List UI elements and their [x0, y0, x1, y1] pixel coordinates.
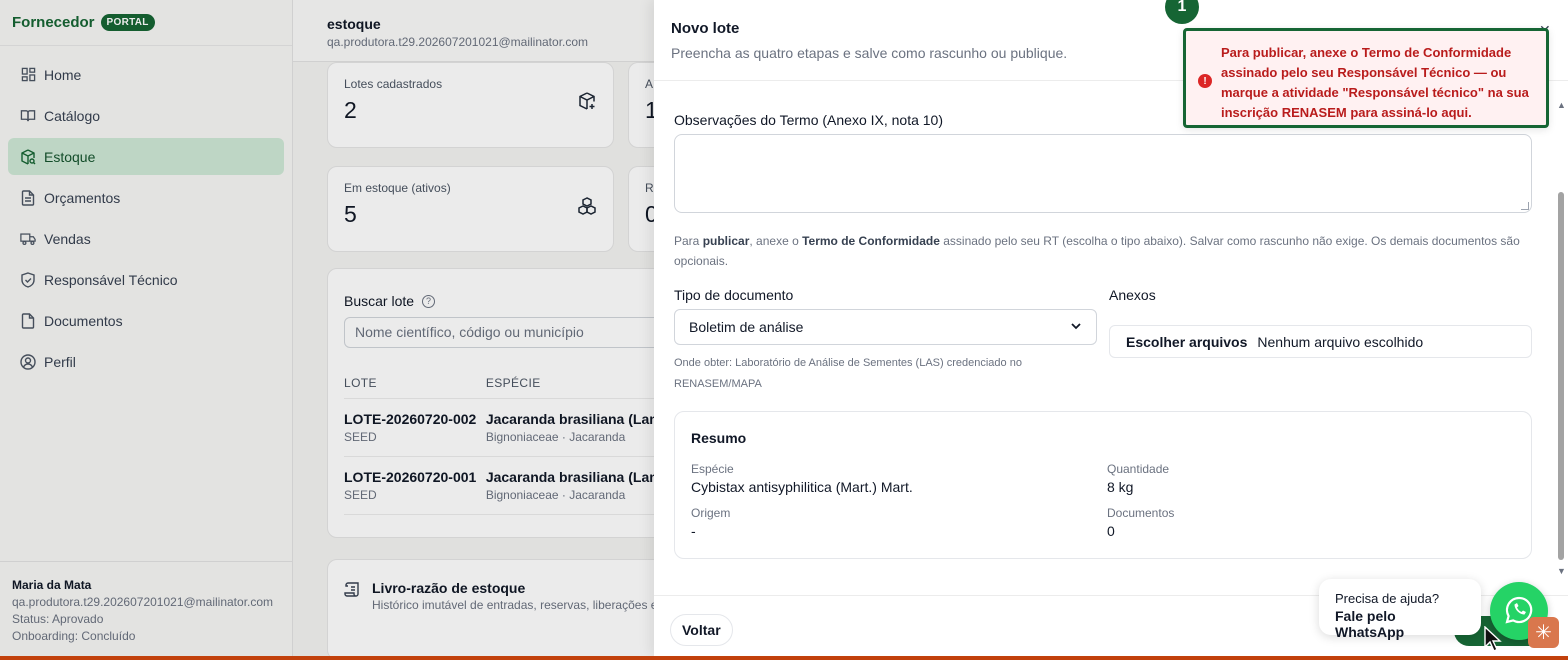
drawer-body: Observações do Termo (Anexo IX, nota 10)… [674, 112, 1532, 559]
scroll-down-arrow-icon[interactable]: ▼ [1557, 566, 1566, 576]
observations-textarea[interactable] [674, 134, 1532, 213]
attachments-label: Anexos [1109, 287, 1156, 303]
scroll-thumb[interactable] [1558, 192, 1564, 560]
whatsapp-line2: Fale pelo WhatsApp [1335, 608, 1405, 640]
publish-hint: Para publicar, anexe o Termo de Conformi… [674, 231, 1532, 271]
chevron-down-icon [1070, 319, 1082, 335]
hint-bold-termo: Termo de Conformidade [802, 234, 940, 248]
documents-row: Tipo de documento Boletim de análise Ond… [674, 287, 1532, 395]
drawer-scrollbar[interactable]: ▲ ▼ [1556, 100, 1566, 576]
summary-documentos: Documentos 0 [1107, 506, 1507, 539]
summary-especie: Espécie Cybistax antisyphilitica (Mart.)… [691, 462, 1091, 495]
summary-key: Quantidade [1107, 462, 1170, 476]
summary-value: 0 [1107, 523, 1115, 539]
error-toast: ! Para publicar, anexe o Termo de Confor… [1183, 28, 1549, 128]
mouse-cursor-icon [1484, 625, 1502, 655]
summary-card: Resumo Espécie Cybistax antisyphilitica … [674, 411, 1532, 559]
summary-key: Documentos [1107, 506, 1175, 520]
scroll-up-arrow-icon[interactable]: ▲ [1557, 100, 1566, 110]
summary-value: - [691, 523, 696, 539]
summary-value: Cybistax antisyphilitica (Mart.) Mart. [691, 479, 913, 495]
summary-title: Resumo [691, 430, 747, 446]
file-status: Nenhum arquivo escolhido [1257, 333, 1424, 350]
bottom-accent-bar [0, 656, 1568, 660]
whatsapp-line1: Precisa de ajuda? [1335, 591, 1440, 606]
doc-type-column: Tipo de documento Boletim de análise Ond… [674, 287, 1097, 395]
modal-overlay[interactable] [0, 0, 654, 660]
summary-origem: Origem - [691, 506, 1091, 539]
assistant-sparkle-icon[interactable]: ✳ [1528, 617, 1559, 648]
summary-quantidade: Quantidade 8 kg [1107, 462, 1507, 495]
summary-key: Espécie [691, 462, 734, 476]
hint-text: , anexe o [749, 234, 803, 248]
file-input[interactable]: Escolher arquivos Nenhum arquivo escolhi… [1109, 325, 1532, 358]
doc-type-note: Onde obter: Laboratório de Análise de Se… [674, 357, 1022, 390]
summary-key: Origem [691, 506, 731, 520]
attachments-column: Anexos Escolher arquivos Nenhum arquivo … [1109, 287, 1532, 395]
hint-text: Para [674, 234, 703, 248]
whatsapp-help-card[interactable]: Precisa de ajuda? Fale pelo WhatsApp [1319, 579, 1481, 640]
summary-value: 8 kg [1107, 479, 1134, 495]
alert-icon: ! [1198, 74, 1212, 88]
doc-type-select[interactable]: Boletim de análise [674, 309, 1097, 345]
doc-type-value: Boletim de análise [689, 319, 804, 335]
hint-bold-publicar: publicar [702, 234, 750, 248]
choose-files-button[interactable]: Escolher arquivos [1126, 334, 1247, 350]
back-button[interactable]: Voltar [670, 614, 733, 646]
doc-type-label: Tipo de documento [674, 287, 794, 303]
toast-message: Para publicar, anexe o Termo de Conformi… [1221, 45, 1529, 120]
